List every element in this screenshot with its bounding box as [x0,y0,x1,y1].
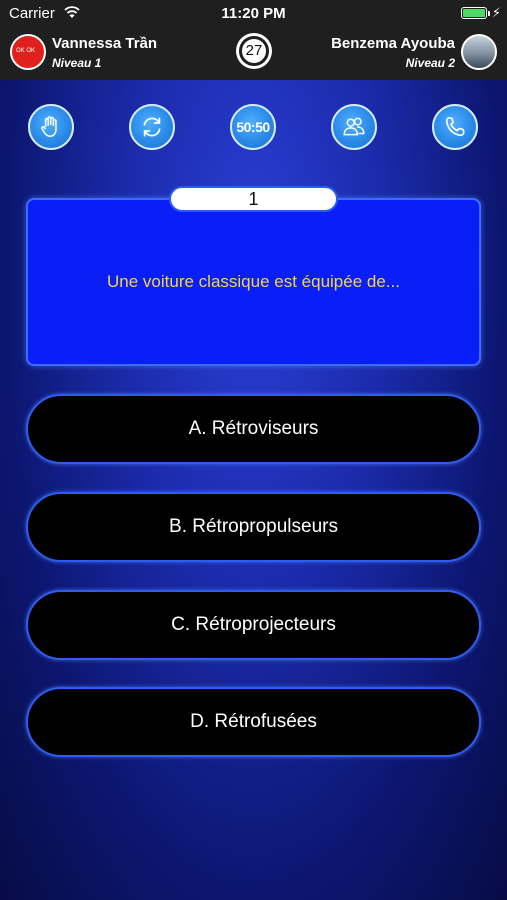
audience-joker-button[interactable] [331,104,377,150]
player-name: Benzema Ayouba [331,35,455,52]
battery-tip [488,11,490,16]
swap-icon [143,117,161,137]
player-name: Vannessa Trần [52,35,158,52]
fifty-fifty-label: 50:50 [236,119,270,135]
question-number: 1 [169,186,338,212]
countdown-timer: 27 [236,33,272,69]
fifty-fifty-button[interactable]: 50:50 [230,104,276,150]
battery-icon [461,7,487,19]
hand-joker-button[interactable] [28,104,74,150]
avatar[interactable] [461,34,497,70]
answer-c-button[interactable]: C. Rétroprojecteurs [26,590,481,660]
avatar-logo-text: OK OK [16,48,36,54]
audience-icon [343,117,365,136]
top-bar: Carrier 11:20 PM ⚡ OK OK Vannessa Trần N… [0,0,507,80]
player-level: Niveau 1 [52,56,102,70]
hand-icon [41,116,57,137]
player-level: Niveau 2 [405,56,455,70]
lifelines-bar: 50:50 [0,104,507,154]
clock-time: 11:20 PM [221,5,286,22]
answer-a-button[interactable]: A. Rétroviseurs [26,394,481,464]
answer-d-button[interactable]: D. Rétrofusées [26,687,481,757]
charging-icon: ⚡ [491,5,501,20]
timer-value: 27 [245,42,263,59]
swap-question-button[interactable] [129,104,175,150]
question-text: Une voiture classique est équipée de... [107,272,400,291]
answer-b-button[interactable]: B. Rétropropulseurs [26,492,481,562]
phone-joker-button[interactable] [432,104,478,150]
phone-icon [445,116,465,137]
status-bar: Carrier 11:20 PM ⚡ [0,0,507,26]
avatar[interactable]: OK OK [10,34,46,70]
